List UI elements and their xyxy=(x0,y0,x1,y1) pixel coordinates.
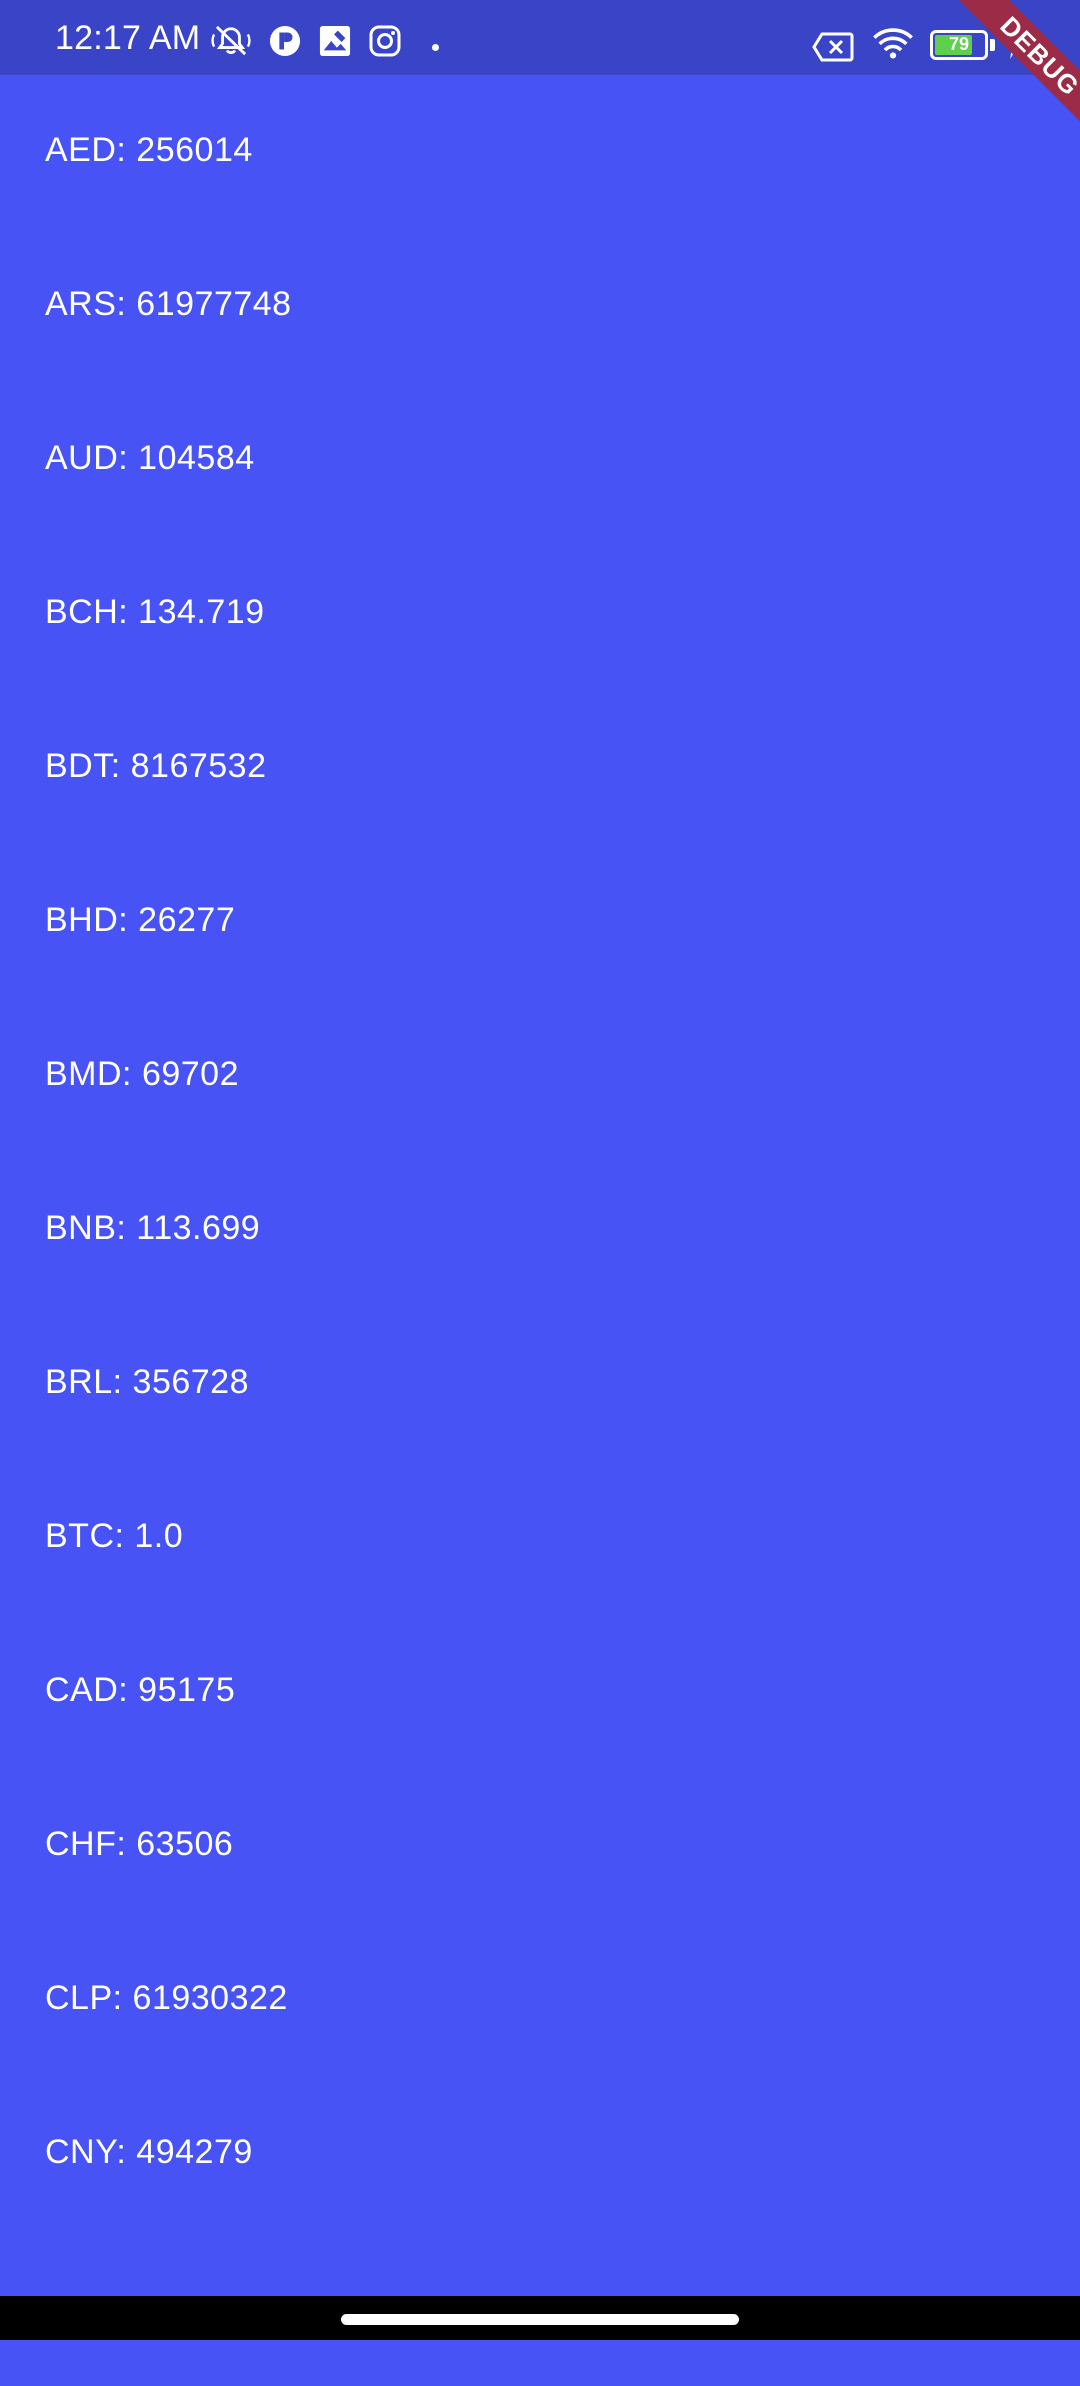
wifi-icon xyxy=(873,28,913,59)
home-indicator[interactable] xyxy=(341,2314,739,2325)
app-p-icon xyxy=(269,25,301,57)
notifications-muted-icon xyxy=(211,25,251,56)
rate-item: AED: 256014 xyxy=(45,131,253,169)
status-bar: 12:17 AM 79 xyxy=(0,0,1080,75)
rate-item: AUD: 104584 xyxy=(45,439,255,477)
rate-item: CNY: 494279 xyxy=(45,2133,253,2171)
navigation-bar xyxy=(0,2296,1080,2340)
rate-item: BCH: 134.719 xyxy=(45,593,265,631)
status-time: 12:17 AM xyxy=(55,19,201,57)
instagram-icon xyxy=(369,25,401,57)
rate-item: BHD: 26277 xyxy=(45,901,236,939)
no-sim-icon xyxy=(812,32,854,62)
rate-item: BNB: 113.699 xyxy=(45,1209,261,1247)
charging-bolt-icon xyxy=(1005,28,1021,60)
more-notifications-dot xyxy=(432,44,439,51)
battery-icon: 79 xyxy=(930,30,988,60)
battery-cap xyxy=(990,39,995,51)
rate-item: BRL: 356728 xyxy=(45,1363,249,1401)
rate-item: BTC: 1.0 xyxy=(45,1517,184,1555)
rate-item: BMD: 69702 xyxy=(45,1055,239,1093)
battery-level: 79 xyxy=(948,34,970,54)
app-photo-icon xyxy=(319,25,351,57)
rate-item: ARS: 61977748 xyxy=(45,285,292,323)
rate-item: CHF: 63506 xyxy=(45,1825,234,1863)
currency-rate-list[interactable]: AED: 256014 ARS: 61977748 AUD: 104584 BC… xyxy=(0,76,1080,2296)
rate-item: CAD: 95175 xyxy=(45,1671,236,1709)
rate-item: CLP: 61930322 xyxy=(45,1979,288,2017)
rate-item: BDT: 8167532 xyxy=(45,747,267,785)
